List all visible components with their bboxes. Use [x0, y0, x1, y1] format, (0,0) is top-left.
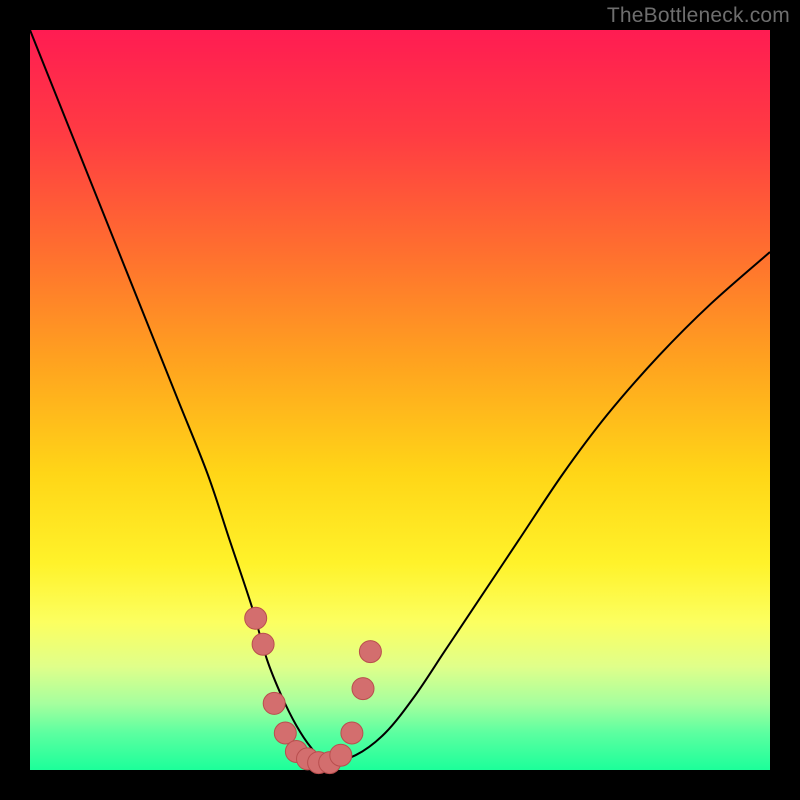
curve-layer — [30, 30, 770, 770]
marker-point — [330, 744, 352, 766]
marker-point — [263, 692, 285, 714]
plot-area — [30, 30, 770, 770]
marker-point — [245, 607, 267, 629]
marker-point — [252, 633, 274, 655]
chart-frame: TheBottleneck.com — [0, 0, 800, 800]
bottleneck-curve — [30, 30, 770, 763]
watermark-text: TheBottleneck.com — [607, 4, 790, 28]
marker-point — [359, 641, 381, 663]
marker-point — [352, 678, 374, 700]
marker-point — [341, 722, 363, 744]
